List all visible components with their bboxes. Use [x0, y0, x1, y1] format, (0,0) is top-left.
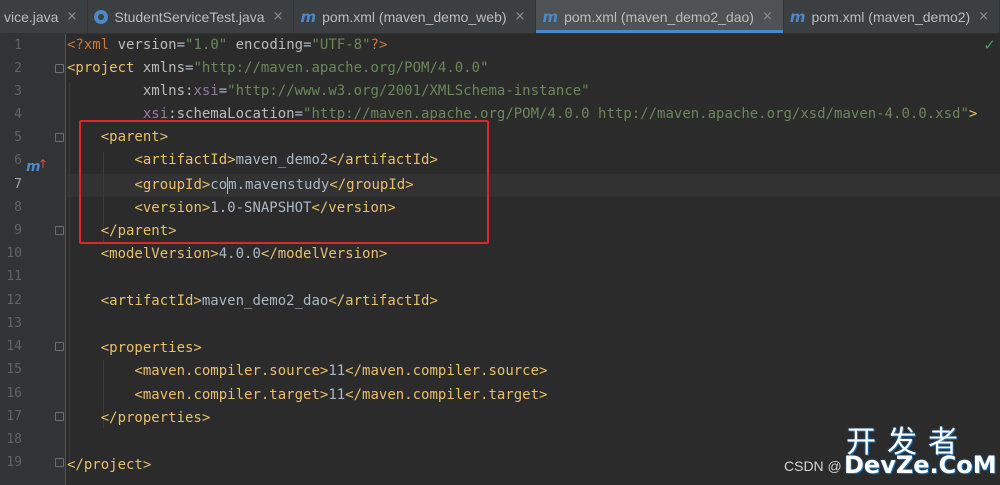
fold-icon[interactable]	[55, 458, 64, 467]
code-line-15: <maven.compiler.source>11</maven.compile…	[134, 363, 548, 379]
tab-label: pom.xml (maven_demo2)	[811, 8, 971, 25]
line-number-gutter: 1 2 3 4 5 6 7 8 9 10 11 12 13 14 15 16 1…	[0, 34, 66, 485]
maven-icon: m	[789, 7, 806, 26]
line-number: 14	[6, 339, 22, 354]
fold-icon[interactable]	[55, 412, 64, 421]
maven-icon: m	[300, 7, 317, 26]
tab-pom-maven-demo2-dao[interactable]: m pom.xml (maven_demo2_dao) ×	[536, 0, 784, 33]
line-number: 18	[6, 432, 22, 447]
line-number: 2	[14, 61, 22, 76]
editor-tab-bar: vice.java × StudentServiceTest.java × m …	[0, 0, 1000, 34]
close-icon[interactable]: ×	[978, 9, 989, 24]
line-number-current: 7	[14, 177, 22, 192]
fold-icon[interactable]	[55, 226, 64, 235]
arrow-up-icon[interactable]: ↑	[38, 157, 48, 171]
code-line-16: <maven.compiler.target>11</maven.compile…	[134, 387, 548, 403]
tab-vice-java[interactable]: vice.java ×	[0, 0, 89, 33]
line-number: 4	[14, 107, 22, 122]
tab-pom-maven-demo-web[interactable]: m pom.xml (maven_demo_web) ×	[294, 0, 537, 33]
line-number: 8	[14, 200, 22, 215]
maven-icon: m	[542, 7, 559, 26]
csdn-watermark: CSDN @	[784, 458, 842, 474]
line-number: 12	[6, 293, 22, 308]
code-line-17: </properties>	[100, 410, 211, 426]
close-icon[interactable]: ×	[515, 9, 526, 24]
line-number: 3	[14, 84, 22, 99]
code-line-12: <artifactId>maven_demo2_dao</artifactId>	[100, 293, 438, 309]
fold-icon[interactable]	[55, 133, 64, 142]
tab-label: pom.xml (maven_demo2_dao)	[564, 8, 754, 25]
tab-label: pom.xml (maven_demo_web)	[322, 8, 507, 25]
site-watermark-logo: DevZe.CoM	[844, 451, 997, 479]
code-line-2: <project xmlns="http://maven.apache.org/…	[67, 60, 489, 76]
tab-label: vice.java	[4, 8, 59, 25]
line-number: 16	[6, 386, 22, 401]
close-icon[interactable]: ×	[66, 9, 77, 24]
line-number: 15	[6, 362, 22, 377]
code-line-10: <modelVersion>4.0.0</modelVersion>	[100, 246, 388, 262]
class-icon	[94, 9, 109, 24]
line-number: 1	[14, 38, 22, 53]
code-line-14: <properties>	[100, 340, 202, 356]
line-number: 11	[6, 269, 22, 284]
code-line-1: <?xml version="1.0" encoding="UTF-8"?>	[67, 37, 388, 53]
tab-pom-maven-demo2[interactable]: m pom.xml (maven_demo2) ×	[784, 0, 1000, 33]
close-icon[interactable]: ×	[273, 9, 284, 24]
tab-student-service-test[interactable]: StudentServiceTest.java ×	[88, 0, 295, 33]
line-number: 9	[14, 223, 22, 238]
line-number: 13	[6, 316, 22, 331]
line-number: 5	[14, 130, 22, 145]
fold-icon[interactable]	[55, 342, 64, 351]
line-number: 19	[6, 455, 22, 470]
line-number: 17	[6, 409, 22, 424]
code-line-19: </project>	[67, 457, 152, 473]
tab-label: StudentServiceTest.java	[114, 8, 265, 25]
line-number: 10	[6, 246, 22, 261]
inspection-ok-icon[interactable]: ✓	[983, 36, 996, 54]
code-line-3: xmlns:xsi="http://www.w3.org/2001/XMLSch…	[142, 83, 590, 99]
close-icon[interactable]: ×	[762, 9, 773, 24]
fold-icon[interactable]	[55, 64, 64, 73]
line-number: 6	[14, 153, 22, 168]
parent-highlight-box	[79, 120, 489, 244]
